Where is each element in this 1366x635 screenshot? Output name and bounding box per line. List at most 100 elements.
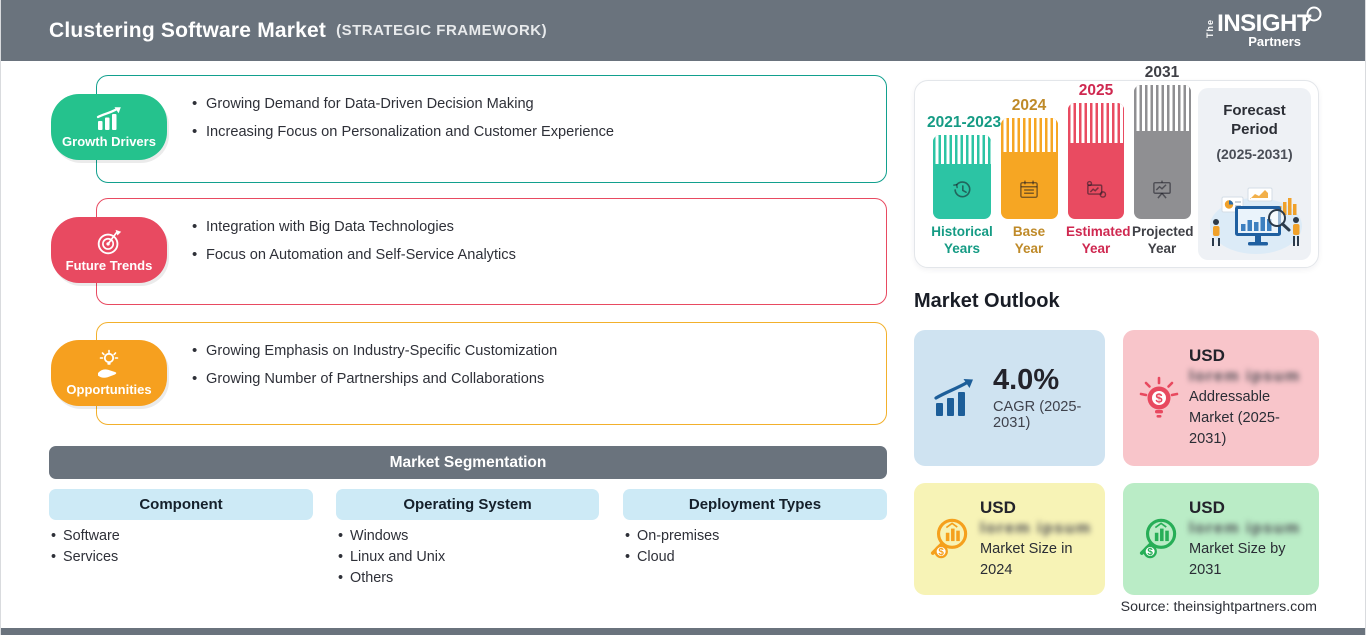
currency-label: USD [1189, 498, 1309, 518]
growth-drivers-box: Growing Demand for Data-Driven Decision … [96, 75, 887, 183]
timeline-projected: 2031 Projected Year [1132, 64, 1192, 257]
masked-value: lorem ipsum [1189, 520, 1301, 538]
timeline-label: Historical Years [927, 224, 997, 257]
segment-header-label: Deployment Types [689, 496, 821, 513]
opportunities-pill: Opportunities [51, 340, 167, 406]
logo-the: The [1205, 15, 1215, 41]
segment-header-operating-system: Operating System [336, 489, 599, 520]
list-item: Software [51, 526, 120, 547]
icon-column: $ [922, 514, 978, 564]
timeline-year: 2025 [1066, 82, 1126, 100]
timeline-label: Estimated Year [1066, 224, 1126, 257]
timeline-historical: 2021-2023 Historical Years [927, 114, 997, 257]
opportunities-list: Growing Emphasis on Industry-Specific Cu… [192, 342, 866, 389]
magnifier-chart-icon: $ [925, 514, 975, 564]
market-outlook-title: Market Outlook [914, 290, 1060, 313]
header-bar: Clustering Software Market (STRATEGIC FR… [1, 0, 1365, 61]
history-clock-icon [949, 177, 975, 203]
currency-label: USD [980, 498, 1095, 518]
forecast-period-panel: Forecast Period (2025-2031) [1198, 88, 1311, 260]
cagr-caption: CAGR (2025-2031) [993, 399, 1105, 431]
text-column: USD lorem ipsum Market Size by 2031 [1187, 498, 1309, 580]
opportunities-box: Growing Emphasis on Industry-Specific Cu… [96, 322, 887, 425]
card-caption: Market Size by 2031 [1189, 539, 1299, 580]
addressable-market-card: $ USD lorem ipsum Addressable Market (20… [1123, 330, 1319, 466]
future-trends-pill: Future Trends [51, 217, 167, 283]
bullet-item: Growing Emphasis on Industry-Specific Cu… [192, 342, 866, 361]
list-item: Services [51, 547, 120, 568]
timeline-base: 2024 Base Year [999, 97, 1059, 257]
forecast-period-title: Forecast Period [1215, 102, 1295, 140]
hand-bulb-icon [93, 349, 125, 381]
card-caption: Market Size in 2024 [980, 539, 1090, 580]
bullet-item: Increasing Focus on Personalization and … [192, 123, 866, 142]
market-size-2031-card: $ USD lorem ipsum Market Size by 2031 [1123, 483, 1319, 595]
forecast-period-range: (2025-2031) [1216, 146, 1292, 162]
icon-column: $ [1131, 514, 1187, 564]
source-attribution: Source: theinsightpartners.com [1121, 599, 1317, 615]
currency-label: USD [1189, 346, 1309, 366]
timeline-label: Projected Year [1132, 224, 1192, 257]
segment-header-component: Component [49, 489, 313, 520]
insight-partners-logo: The INSIGHT Partners [1205, 12, 1325, 49]
list-item: Windows [338, 526, 445, 547]
bottom-bar [1, 628, 1365, 635]
card-caption: Addressable Market (2025-2031) [1189, 387, 1309, 449]
icon-column: $ [1131, 372, 1187, 424]
text-column: USD lorem ipsum Addressable Market (2025… [1187, 346, 1309, 449]
growth-drivers-pill: Growth Drivers [51, 94, 167, 160]
component-items: Software Services [51, 526, 120, 568]
bulb-dollar-icon: $ [1136, 372, 1182, 424]
magnifier-chart-icon: $ [1134, 514, 1184, 564]
timeline-bar-historical [933, 135, 991, 219]
page-title: Clustering Software Market [49, 19, 326, 43]
market-segmentation-bar: Market Segmentation [49, 446, 887, 479]
operating-system-items: Windows Linux and Unix Others [338, 526, 445, 589]
calendar-icon [1016, 177, 1042, 203]
timeline-bar-projected [1134, 85, 1191, 219]
bar-chart-arrow-icon [930, 376, 980, 420]
pill-label: Opportunities [66, 382, 151, 397]
timeline-estimated: 2025 Estimated Year [1066, 82, 1126, 257]
bullet-item: Integration with Big Data Technologies [192, 218, 866, 237]
svg-text:$: $ [938, 547, 944, 558]
timeline-bar-estimated [1068, 103, 1124, 219]
segment-header-label: Component [139, 496, 222, 513]
list-item: On-premises [625, 526, 719, 547]
text-column: USD lorem ipsum Market Size in 2024 [978, 498, 1095, 580]
infographic-page: Clustering Software Market (STRATEGIC FR… [0, 0, 1366, 635]
cagr-value: 4.0% [993, 365, 1105, 395]
logo-block: INSIGHT Partners [1217, 12, 1311, 49]
masked-value: lorem ipsum [980, 520, 1092, 538]
logo-insight: INSIGHT [1217, 12, 1311, 36]
growth-chart-icon [93, 105, 125, 133]
logo-partners: Partners [1248, 34, 1301, 49]
list-item: Linux and Unix [338, 547, 445, 568]
research-timeline-card: 2021-2023 Historical Years 2024 [914, 80, 1319, 268]
future-trends-list: Integration with Big Data Technologies F… [192, 218, 866, 265]
magnifier-logo-icon [1301, 6, 1323, 30]
timeline-year: 2021-2023 [927, 114, 997, 132]
cagr-card: 4.0% CAGR (2025-2031) [914, 330, 1105, 466]
timeline-label: Base Year [999, 224, 1059, 257]
market-size-2024-card: $ USD lorem ipsum Market Size in 2024 [914, 483, 1105, 595]
timeline-year: 2024 [999, 97, 1059, 115]
masked-value: lorem ipsum [1189, 368, 1301, 386]
segment-header-label: Operating System [403, 496, 531, 513]
growth-drivers-list: Growing Demand for Data-Driven Decision … [192, 95, 866, 142]
deployment-types-items: On-premises Cloud [625, 526, 719, 568]
target-icon [94, 227, 124, 257]
bullet-item: Focus on Automation and Self-Service Ana… [192, 246, 866, 265]
analytics-team-illustration [1204, 180, 1306, 256]
svg-text:$: $ [1155, 391, 1163, 406]
pill-label: Future Trends [66, 258, 153, 273]
segment-header-deployment-types: Deployment Types [623, 489, 887, 520]
timeline-year: 2031 [1132, 64, 1192, 82]
pill-label: Growth Drivers [62, 134, 156, 149]
page-subtitle: (STRATEGIC FRAMEWORK) [336, 22, 547, 39]
list-item: Others [338, 568, 445, 589]
svg-text:$: $ [1147, 547, 1153, 558]
presentation-chart-icon [1149, 177, 1175, 203]
bullet-item: Growing Demand for Data-Driven Decision … [192, 95, 866, 114]
bullet-item: Growing Number of Partnerships and Colla… [192, 370, 866, 389]
